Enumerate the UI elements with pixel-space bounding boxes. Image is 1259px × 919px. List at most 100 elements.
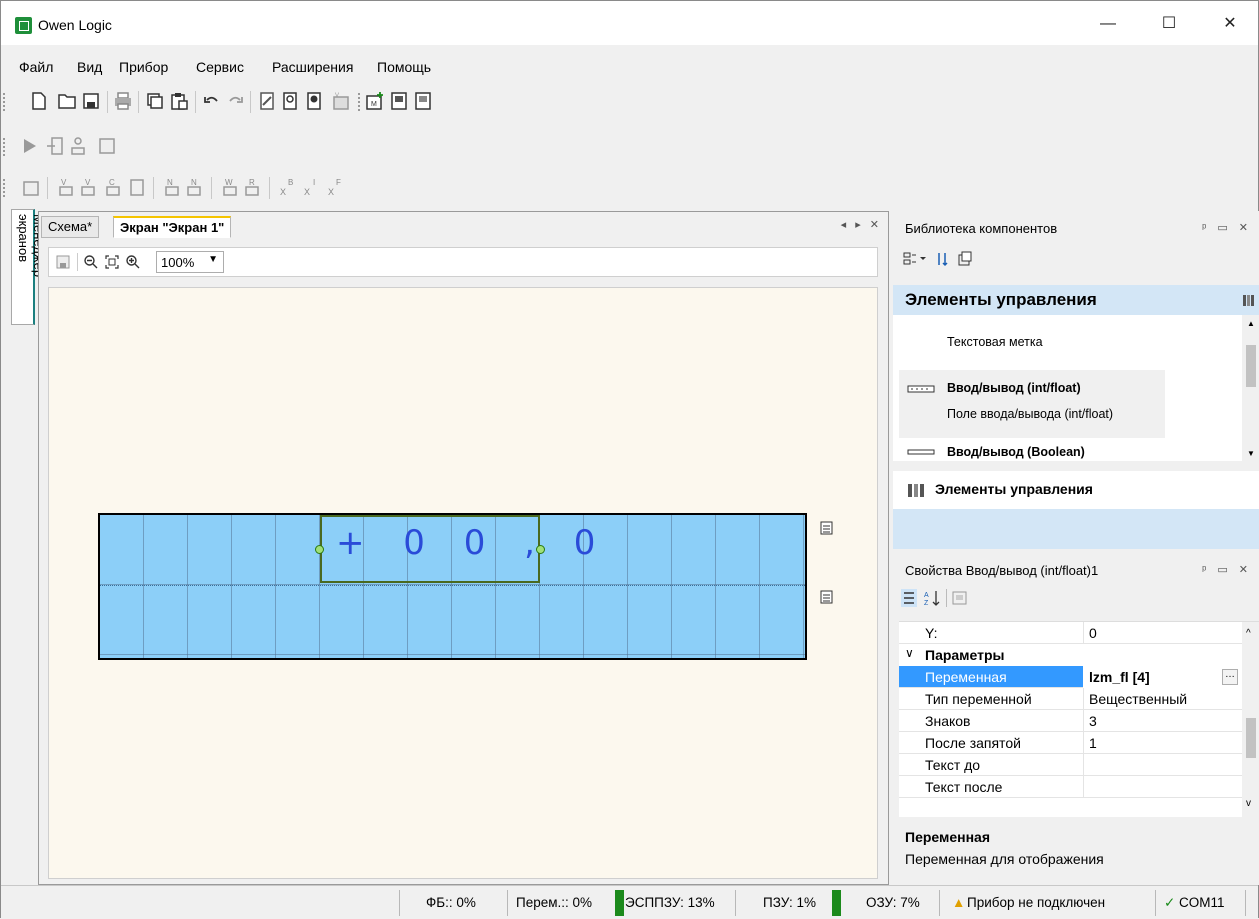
device-settings-icon[interactable] (305, 91, 325, 111)
block-icon[interactable] (127, 177, 147, 197)
status-port[interactable]: COM11 (1179, 895, 1225, 910)
property-value: 3 (1089, 713, 1097, 729)
library-category-header[interactable]: Элементы управления (893, 285, 1259, 315)
sort-icon[interactable] (935, 251, 951, 267)
row-settings-icon[interactable] (820, 590, 833, 604)
zoom-in-icon[interactable] (125, 254, 141, 270)
read-block-icon[interactable]: R (243, 177, 263, 197)
toolbar-grip[interactable] (3, 138, 6, 156)
view-mode-icon[interactable] (903, 251, 929, 267)
firmware-icon[interactable]: V (331, 91, 351, 111)
scroll-up-icon[interactable]: ▲ (1247, 319, 1255, 328)
write-block-icon[interactable]: W (219, 177, 239, 197)
constant-icon[interactable]: C (103, 177, 123, 197)
property-row-var-type[interactable]: Тип переменной Вещественный (899, 688, 1242, 710)
float-type-icon[interactable]: XF (325, 177, 345, 197)
ram-level-indicator (832, 890, 841, 916)
alphabetical-sort-icon[interactable]: AZ (923, 589, 941, 607)
status-eeprom: ЭСППЗУ: 13% (625, 895, 715, 910)
scroll-up-icon[interactable]: ^ (1246, 628, 1251, 639)
tab-screen-1[interactable]: Экран "Экран 1" (113, 216, 232, 238)
library-block-icon[interactable] (413, 91, 433, 111)
status-rom: ПЗУ: 1% (763, 895, 816, 910)
main-toolbar: V M (1, 87, 901, 117)
row-settings-icon[interactable] (820, 521, 833, 535)
timer-block-icon[interactable] (21, 177, 41, 197)
close-button[interactable]: ✕ (1207, 9, 1253, 39)
menu-device[interactable]: Прибор (119, 59, 168, 75)
zoom-fit-icon[interactable] (104, 254, 120, 270)
screen-manager-tab[interactable]: Менеджер экранов (11, 209, 46, 325)
maximize-button[interactable]: ☐ (1146, 9, 1192, 39)
redo-icon[interactable] (225, 91, 245, 111)
play-icon[interactable] (19, 136, 39, 156)
panel-controls[interactable]: ᵖ ▭ ✕ (1202, 563, 1252, 576)
simulation-input-icon[interactable] (45, 136, 65, 156)
property-pages-icon[interactable] (951, 589, 969, 607)
resize-handle-right[interactable] (536, 545, 545, 554)
compile-icon[interactable] (257, 91, 277, 111)
open-folder-icon[interactable] (57, 91, 77, 111)
save-icon[interactable] (55, 254, 71, 270)
network-out-icon[interactable]: N (185, 177, 205, 197)
menu-help[interactable]: Помощь (377, 59, 431, 75)
menu-extensions[interactable]: Расширения (272, 59, 353, 75)
menu-file[interactable]: Файл (19, 59, 53, 75)
properties-scrollbar[interactable]: ^ v (1242, 622, 1259, 818)
toolbar-grip[interactable] (3, 179, 6, 197)
tab-schema[interactable]: Схема* (41, 216, 100, 238)
property-row-y[interactable]: Y: 0 (899, 622, 1242, 644)
menu-view[interactable]: Вид (77, 59, 102, 75)
network-in-icon[interactable]: N (161, 177, 181, 197)
new-file-icon[interactable] (29, 91, 49, 111)
categorized-view-icon[interactable] (901, 589, 917, 607)
status-device[interactable]: Прибор не подключен (967, 895, 1105, 910)
menu-service[interactable]: Сервис (196, 59, 244, 75)
browse-button[interactable]: … (1222, 669, 1238, 685)
toolbar-grip[interactable] (3, 93, 6, 111)
function-block-icon[interactable] (389, 91, 409, 111)
property-row-variable[interactable]: Переменная lzm_fl [4] … (899, 666, 1242, 688)
add-macro-icon[interactable]: M (365, 91, 385, 111)
property-row-decimals[interactable]: После запятой 1 (899, 732, 1242, 754)
device-info-icon[interactable] (281, 91, 301, 111)
bool-type-icon[interactable]: XB (277, 177, 297, 197)
scroll-down-icon[interactable]: v (1246, 798, 1251, 809)
scroll-down-icon[interactable]: ▼ (1247, 449, 1255, 458)
scroll-thumb[interactable] (1246, 345, 1256, 387)
paste-icon[interactable] (169, 91, 189, 111)
scroll-thumb[interactable] (1246, 718, 1256, 758)
property-section-params[interactable]: ∨ Параметры (899, 644, 1242, 666)
tab-controls[interactable]: ◂ ▸ ✕ (841, 218, 882, 231)
svg-text:Z: Z (924, 600, 929, 607)
property-value[interactable]: lzm_fl [4] (1089, 669, 1150, 685)
io-field-int-float[interactable]: + 0 0 , 0 (320, 515, 595, 583)
library-group[interactable]: Элементы управления (893, 471, 1259, 549)
screen-canvas[interactable]: + 0 0 , 0 (48, 287, 878, 879)
library-scrollbar[interactable]: ▲ ▼ (1242, 315, 1259, 461)
library-icon[interactable] (957, 251, 973, 267)
int-type-icon[interactable]: XI (301, 177, 321, 197)
panel-controls[interactable]: ᵖ ▭ ✕ (1202, 221, 1252, 234)
resize-handle-left[interactable] (315, 545, 324, 554)
simulation-table-icon[interactable] (97, 136, 117, 156)
property-row-digits[interactable]: Знаков 3 (899, 710, 1242, 732)
list-item-title[interactable]: Ввод/вывод (Boolean) (947, 445, 1085, 459)
toolbar-separator (107, 91, 108, 113)
variable-in-icon[interactable]: V (55, 177, 75, 197)
copy-icon[interactable] (145, 91, 165, 111)
library-group-title: Элементы управления (935, 481, 1093, 497)
save-icon[interactable] (81, 91, 101, 111)
minimize-button[interactable]: — (1085, 9, 1131, 39)
list-item[interactable]: Текстовая метка (947, 335, 1043, 349)
zoom-select[interactable]: 100% ▼ (156, 251, 224, 273)
property-row-text-before[interactable]: Текст до (899, 754, 1242, 776)
simulation-dropdown-icon[interactable] (69, 136, 89, 156)
print-icon[interactable] (113, 91, 133, 111)
toolbar-grip[interactable] (358, 93, 361, 111)
chevron-down-icon[interactable]: ∨ (905, 646, 914, 660)
property-row-text-after[interactable]: Текст после (899, 776, 1242, 798)
variable-out-icon[interactable]: V (79, 177, 99, 197)
undo-icon[interactable] (202, 91, 222, 111)
zoom-out-icon[interactable] (83, 254, 99, 270)
